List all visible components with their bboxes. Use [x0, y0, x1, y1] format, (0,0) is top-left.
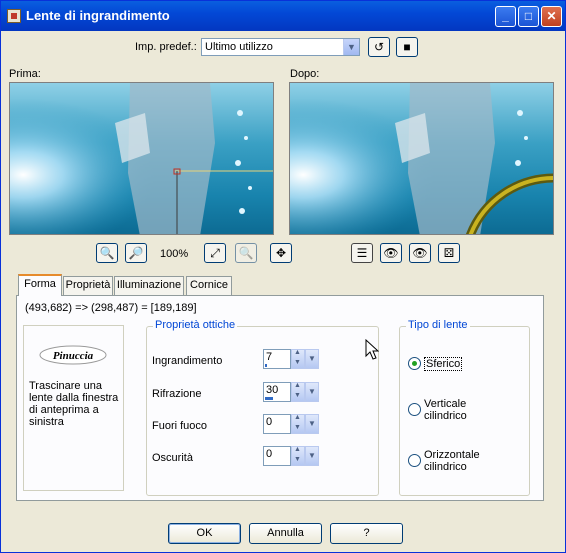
tab-forma[interactable]: Forma — [18, 274, 62, 296]
lens-type-group-title: Tipo di lente — [406, 319, 470, 331]
drag-lens-help: Trascinare una lente dalla finestra di a… — [29, 380, 119, 428]
before-preview[interactable] — [9, 82, 274, 235]
spherical-label[interactable]: Sferico — [424, 357, 463, 371]
magnification-slider-button[interactable]: ▼ — [305, 349, 319, 369]
darkness-field[interactable]: 0 — [263, 446, 291, 466]
refraction-field[interactable]: 30 — [263, 382, 291, 402]
after-preview — [289, 82, 554, 235]
lock-preview-button[interactable]: 👁 — [380, 243, 402, 263]
presets-label: Imp. predef.: — [135, 41, 197, 53]
darkness-value: 0 — [266, 448, 273, 460]
magnification-value: 7 — [266, 351, 273, 363]
eye-icon: 👁 — [412, 246, 428, 260]
pinuccia-logo: Pinuccia — [39, 345, 107, 365]
refraction-label: Rifrazione — [152, 388, 202, 400]
magnification-level-bar — [265, 364, 267, 367]
magnification-label: Ingrandimento — [152, 355, 223, 367]
move-icon: ✥ — [275, 246, 287, 260]
vertical-cylinder-radio[interactable] — [408, 403, 421, 416]
blur-field[interactable]: 0 — [263, 414, 291, 434]
spherical-radio[interactable] — [408, 357, 421, 370]
tab-illuminazione[interactable]: Illuminazione — [114, 276, 184, 295]
zoom-in-button[interactable]: 🔎 — [125, 243, 147, 263]
before-label: Prima: — [9, 68, 41, 80]
lens-coordinates: (493,682) => (298,487) = [189,189] — [25, 302, 197, 314]
refraction-value: 30 — [266, 384, 279, 396]
after-label: Dopo: — [290, 68, 320, 80]
refraction-stepper[interactable] — [291, 382, 305, 402]
before-preview-image — [10, 83, 273, 234]
tab-panel-forma: (493,682) => (298,487) = [189,189] Pinuc… — [16, 295, 544, 501]
mouse-pointer-icon — [365, 339, 379, 360]
randomize-button[interactable]: ⚄ — [438, 243, 460, 263]
tab-cornice[interactable]: Cornice — [186, 276, 232, 295]
magnification-stepper[interactable] — [291, 349, 305, 369]
save-preset-button[interactable]: ■ — [396, 37, 418, 57]
navigate-button[interactable]: ✥ — [270, 243, 292, 263]
reset-preset-button[interactable]: ↺ — [368, 37, 390, 57]
presets-select[interactable]: Ultimo utilizzo ▼ — [201, 38, 360, 56]
vertical-cylinder-label[interactable]: Verticale cilindrico — [424, 398, 504, 422]
magnification-field[interactable]: 7 — [263, 349, 291, 369]
refraction-level-bar — [265, 397, 273, 400]
magnifier-disabled-icon: 🔍 — [238, 246, 254, 260]
darkness-stepper[interactable] — [291, 446, 305, 466]
blur-label: Fuori fuoco — [152, 420, 208, 432]
zoom-actual-button[interactable]: 🔍 — [235, 243, 257, 263]
zoom-level: 100% — [160, 248, 189, 260]
blur-value: 0 — [266, 416, 273, 428]
zoom-fit-button[interactable]: ⤢ — [204, 243, 226, 263]
blur-stepper[interactable] — [291, 414, 305, 434]
blur-spinner[interactable]: 0 ▼ — [263, 414, 319, 434]
horizontal-cylinder-label[interactable]: Orizzontale cilindrico — [424, 449, 504, 473]
horizontal-cylinder-radio[interactable] — [408, 454, 421, 467]
cancel-button[interactable]: Annulla — [249, 523, 322, 544]
darkness-spinner[interactable]: 0 ▼ — [263, 446, 319, 466]
darkness-label: Oscurità — [152, 452, 193, 464]
fit-window-icon: ⤢ — [210, 246, 220, 260]
floppy-icon: ■ — [403, 40, 411, 54]
pinuccia-logo-text: Pinuccia — [53, 350, 94, 362]
maximize-button[interactable]: □ — [518, 6, 539, 27]
eye-lock-icon: 👁 — [383, 246, 399, 260]
minimize-button[interactable]: _ — [495, 6, 516, 27]
window-title: Lente di ingrandimento — [26, 8, 170, 23]
darkness-slider-button[interactable]: ▼ — [305, 446, 319, 466]
auto-proof-button[interactable]: 👁 — [409, 243, 431, 263]
app-icon — [7, 9, 21, 23]
zoom-out-icon: 🔍 — [99, 246, 115, 260]
title-bar[interactable]: Lente di ingrandimento _ □ ✕ — [1, 1, 565, 31]
ok-button[interactable]: OK — [168, 523, 241, 544]
lens-dialog: Lente di ingrandimento _ □ ✕ Imp. predef… — [0, 0, 566, 553]
refraction-spinner[interactable]: 30 ▼ — [263, 382, 319, 402]
zoom-in-icon: 🔎 — [128, 246, 144, 260]
chevron-down-icon[interactable]: ▼ — [343, 39, 359, 55]
refraction-slider-button[interactable]: ▼ — [305, 382, 319, 402]
close-button[interactable]: ✕ — [541, 6, 562, 27]
tab-proprieta[interactable]: Proprietà — [63, 276, 113, 295]
help-button[interactable]: ? — [330, 523, 403, 544]
presets-value: Ultimo utilizzo — [205, 41, 273, 53]
dice-icon: ⚄ — [443, 246, 455, 260]
optics-group-title: Proprietà ottiche — [153, 319, 238, 331]
lens-shape-box[interactable]: Pinuccia Trascinare una lente dalla fine… — [23, 325, 124, 491]
proof-toggle-button[interactable]: ☰ — [351, 243, 373, 263]
after-preview-image — [290, 83, 553, 234]
blur-slider-button[interactable]: ▼ — [305, 414, 319, 434]
zoom-out-button[interactable]: 🔍 — [96, 243, 118, 263]
preview-layout-icon: ☰ — [356, 246, 368, 260]
magnification-spinner[interactable]: 7 ▼ — [263, 349, 319, 369]
